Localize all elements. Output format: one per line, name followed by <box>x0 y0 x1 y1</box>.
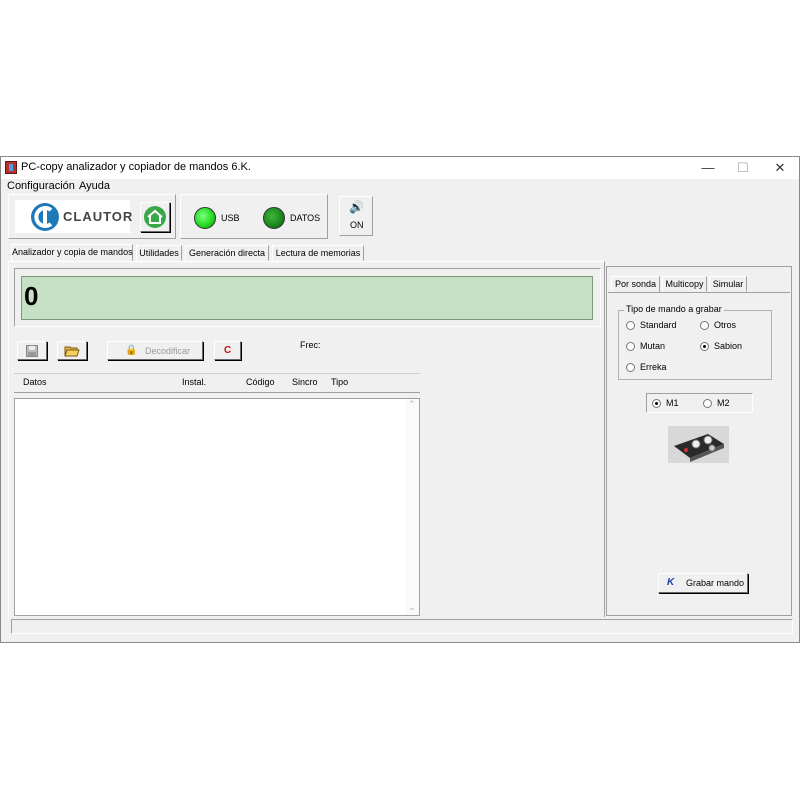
open-button[interactable] <box>57 341 87 360</box>
clautor-logo-icon <box>31 203 59 231</box>
maximize-button[interactable]: ☐ <box>725 157 761 179</box>
logo-text: CLAUTOR <box>63 209 134 224</box>
radio-otros[interactable] <box>700 321 709 330</box>
floppy-icon <box>26 345 38 357</box>
tab-utilidades[interactable]: Utilidades <box>136 245 182 261</box>
menu-bar: Configuración Ayuda <box>1 179 799 195</box>
radio-standard-label: Standard <box>640 320 677 330</box>
radio-m2-label: M2 <box>717 398 730 408</box>
radio-sabion[interactable] <box>700 342 709 351</box>
column-sincro[interactable]: Sincro <box>292 377 318 387</box>
column-datos[interactable]: Datos <box>23 377 47 387</box>
speaker-icon: 🔊 <box>349 200 364 214</box>
tab-lectura[interactable]: Lectura de memorias <box>272 245 364 261</box>
close-button[interactable]: ✕ <box>762 157 798 179</box>
sound-label: ON <box>350 220 364 230</box>
tab-simular[interactable]: Simular <box>709 276 747 292</box>
column-codigo[interactable]: Código <box>246 377 275 387</box>
radio-erreka-label: Erreka <box>640 362 667 372</box>
radio-mutan[interactable] <box>626 342 635 351</box>
remote-type-title: Tipo de mando a grabar <box>624 304 724 314</box>
list-scrollbar[interactable]: ⌃ ⌄ <box>405 399 419 615</box>
menu-configuracion[interactable]: Configuración <box>7 180 75 192</box>
memory-selector <box>646 393 753 413</box>
tab-multicopy[interactable]: Multicopy <box>662 276 707 292</box>
radio-otros-label: Otros <box>714 320 737 330</box>
radio-erreka[interactable] <box>626 363 635 372</box>
radio-standard[interactable] <box>626 321 635 330</box>
display-value: 0 <box>24 281 39 311</box>
tab-por-sonda[interactable]: Por sonda <box>611 276 660 293</box>
sound-toggle-button[interactable]: 🔊 ON <box>339 196 373 236</box>
home-icon <box>144 206 166 228</box>
radio-m1[interactable] <box>652 399 661 408</box>
data-list[interactable] <box>14 398 420 616</box>
code-display: 0 <box>21 276 593 320</box>
datos-label: DATOS <box>290 213 321 223</box>
app-icon <box>5 161 17 174</box>
lock-icon: 🔒 <box>125 345 138 356</box>
radio-mutan-label: Mutan <box>640 341 666 351</box>
tab-analizador[interactable]: Analizador y copia de mandos <box>11 244 133 262</box>
remote-control-image <box>668 426 729 463</box>
save-button[interactable] <box>17 341 47 360</box>
table-header <box>14 373 420 393</box>
column-tipo[interactable]: Tipo <box>331 377 348 387</box>
folder-icon <box>64 346 80 357</box>
column-instal[interactable]: Instal. <box>182 377 206 387</box>
record-remote-button[interactable]: K Grabar mando <box>658 573 748 593</box>
menu-ayuda[interactable]: Ayuda <box>79 180 110 192</box>
record-icon: K <box>667 577 675 588</box>
datos-led-icon <box>263 207 285 229</box>
freq-label: Frec: <box>300 340 321 350</box>
record-label: Grabar mando <box>686 578 745 588</box>
window-title: PC-copy analizador y copiador de mandos … <box>21 161 251 173</box>
clautor-logo: CLAUTOR <box>15 200 134 233</box>
right-tab-divider <box>608 292 790 293</box>
clear-label: C <box>224 345 232 356</box>
decode-button[interactable]: 🔒 Decodificar <box>107 341 203 360</box>
title-bar[interactable]: PC-copy analizador y copiador de mandos … <box>1 157 799 179</box>
radio-m2[interactable] <box>703 399 712 408</box>
clear-button[interactable]: C <box>214 341 241 360</box>
status-bar <box>11 619 793 634</box>
radio-sabion-label: Sabion <box>714 341 743 351</box>
usb-label: USB <box>221 213 240 223</box>
usb-led-icon <box>194 207 216 229</box>
tab-generacion[interactable]: Generación directa <box>185 245 269 261</box>
radio-m1-label: M1 <box>666 398 679 408</box>
scroll-down-icon[interactable]: ⌄ <box>408 602 416 613</box>
remote-control-icon <box>668 426 729 463</box>
scroll-up-icon[interactable]: ⌃ <box>408 399 416 410</box>
home-button[interactable] <box>140 202 170 232</box>
decode-label: Decodificar <box>145 346 191 356</box>
minimize-button[interactable]: — <box>690 157 726 179</box>
